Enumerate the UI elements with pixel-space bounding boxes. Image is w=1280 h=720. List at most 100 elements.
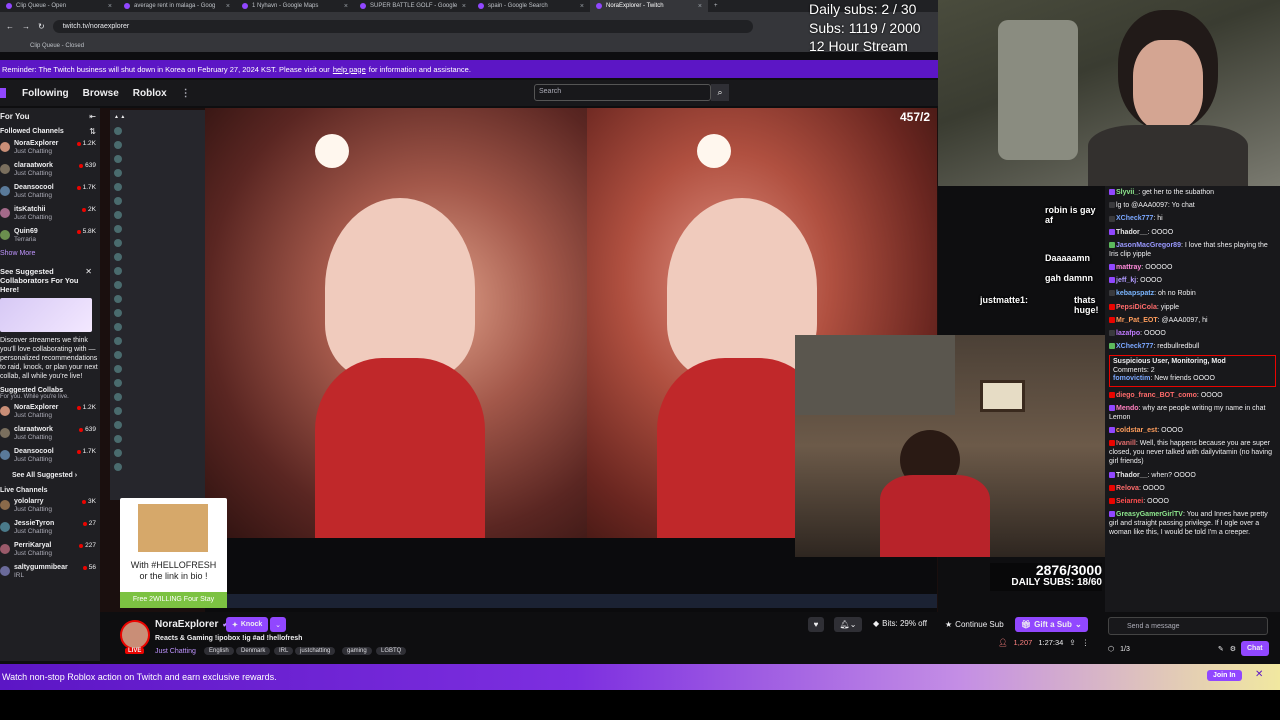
chat-message[interactable]: XCheck777: hi <box>1109 214 1276 223</box>
chat-message[interactable]: mattray: OOOOO <box>1109 263 1276 272</box>
back-icon[interactable]: ← <box>6 22 14 31</box>
chat-message[interactable]: diego_franc_BOT_como: OOOO <box>1109 391 1276 400</box>
tag[interactable]: IRL <box>274 647 294 655</box>
browser-tab[interactable]: NoraExplorer - Twitch × <box>590 0 708 12</box>
chat-message[interactable]: jeff_kj: OOOO <box>1109 276 1276 285</box>
join-in-button[interactable]: Join In <box>1207 670 1242 681</box>
tag[interactable]: English <box>204 647 234 655</box>
nav-browse[interactable]: Browse <box>83 88 119 99</box>
sidebar-channel[interactable]: saltygummibear IRL 56 <box>0 564 100 586</box>
chat-message[interactable]: lazafpo: OOOO <box>1109 329 1276 338</box>
chat-message[interactable]: Seiarnei: OOOO <box>1109 497 1276 506</box>
sidebar-channel[interactable]: Quin69 Terraria 5.8K <box>0 228 100 250</box>
chat-message[interactable]: coldstar_est: OOOO <box>1109 426 1276 435</box>
chat-message[interactable]: Relova: OOOO <box>1109 484 1276 493</box>
sidebar-channel[interactable]: Deansocool Just Chatting 1.7K <box>0 184 100 206</box>
sidebar-channel[interactable]: claraatwork Just Chatting 639 <box>0 162 100 184</box>
notifications-button[interactable]: 🔔︎⌄ <box>834 617 862 632</box>
close-tab-icon[interactable]: × <box>698 3 702 10</box>
bookmark-clip-queue[interactable]: Clip Queue - Closed <box>30 43 84 49</box>
chat-message[interactable]: Thador__: when? OOOO <box>1109 471 1276 480</box>
suspicious-user-card[interactable]: Suspicious User, Monitoring, Mod Comment… <box>1109 355 1276 387</box>
chat-username[interactable]: XCheck777 <box>1116 215 1153 222</box>
chat-message[interactable]: GreasyGamerGirlTV: You and Innes have pr… <box>1109 510 1276 537</box>
knock-button[interactable]: ✦ Knock <box>226 617 269 632</box>
chat-message[interactable]: kebapspatz: oh no Robin <box>1109 289 1276 298</box>
see-all-suggested-link[interactable]: See All Suggested › <box>12 472 100 479</box>
chat-username[interactable]: Ivanill <box>1116 440 1136 447</box>
tag[interactable]: gaming <box>342 647 372 655</box>
search-input[interactable]: Search <box>534 84 711 101</box>
chat-send-button[interactable]: Chat <box>1241 641 1269 656</box>
more-menu-icon[interactable]: ⋮ <box>181 88 191 99</box>
more-options-icon[interactable]: ⋮ <box>1082 638 1090 647</box>
chat-username[interactable]: Seiarnei <box>1116 498 1143 505</box>
close-tab-icon[interactable]: × <box>226 3 230 10</box>
sort-icon[interactable]: ⇅ <box>89 127 96 136</box>
new-tab-button[interactable]: + <box>708 0 722 12</box>
gift-sub-button[interactable]: 🎁︎ Gift a Sub ⌄ <box>1015 617 1088 632</box>
search-button[interactable]: ⌕ <box>711 84 729 101</box>
continue-sub-button[interactable]: ★ Continue Sub <box>945 617 1004 632</box>
nav-roblox[interactable]: Roblox <box>133 88 167 99</box>
chat-message[interactable]: Mendo: why are people writing my name in… <box>1109 404 1276 422</box>
sidebar-channel[interactable]: yololarry Just Chatting 3K <box>0 498 100 520</box>
close-tab-icon[interactable]: × <box>344 3 348 10</box>
sidebar-channel[interactable]: itsKatchii Just Chatting 2K <box>0 206 100 228</box>
chat-username[interactable]: PepsiDiCola <box>1116 304 1157 311</box>
channel-name[interactable]: NoraExplorer ✔ <box>155 619 229 630</box>
chat-username[interactable]: lazafpo <box>1116 330 1140 337</box>
chat-message[interactable]: XCheck777: redbullredbull <box>1109 342 1276 351</box>
chat-message[interactable]: lg to @AAA0097: Yo chat <box>1109 201 1276 210</box>
tag[interactable]: Denmark <box>236 647 271 655</box>
chat-username[interactable]: kebapspatz <box>1116 290 1154 297</box>
sidebar-channel[interactable]: NoraExplorer Just Chatting 1.2K <box>0 404 100 426</box>
settings-icon[interactable]: ⚙ <box>1230 645 1236 653</box>
avatar[interactable] <box>120 620 150 650</box>
chat-username[interactable]: Thador__ <box>1116 229 1148 236</box>
chat-message[interactable]: JasonMacGregor89: I love that shes playi… <box>1109 241 1276 259</box>
chat-username[interactable]: diego_franc_BOT_como <box>1116 392 1197 399</box>
category-link[interactable]: Just Chatting <box>155 648 196 655</box>
chat-username[interactable]: Mr_Pat_EOT <box>1116 317 1158 324</box>
share-icon[interactable]: ⇪ <box>1069 638 1075 647</box>
tag[interactable]: justchatting <box>295 647 336 655</box>
browser-tab[interactable]: average rent in malaga - Goog × <box>118 0 236 12</box>
bits-button[interactable]: ◆ Bits: 29% off <box>873 619 927 628</box>
channel-points-icon[interactable]: ⬡ <box>1108 645 1114 653</box>
show-more-link[interactable]: Show More <box>0 250 100 257</box>
chat-username[interactable]: Mendo <box>1116 405 1139 412</box>
browser-tab[interactable]: Clip Queue - Open × <box>0 0 118 12</box>
chat-message[interactable]: Thador__: OOOO <box>1109 228 1276 237</box>
help-page-link[interactable]: help page <box>333 65 366 74</box>
sidebar-channel[interactable]: PerriKaryal Just Chatting 227 <box>0 542 100 564</box>
tag[interactable]: LGBTQ <box>376 647 407 655</box>
chat-username[interactable]: coldstar_est <box>1116 427 1157 434</box>
close-tab-icon[interactable]: × <box>462 3 466 10</box>
twitch-logo-icon[interactable] <box>0 88 6 98</box>
chat-message[interactable]: Ivanill: Well, this happens because you … <box>1109 439 1276 466</box>
collapse-icon[interactable]: ⇤ <box>89 112 96 121</box>
reload-icon[interactable]: ↻ <box>38 22 45 31</box>
close-icon[interactable]: ✕ <box>85 267 92 276</box>
forward-icon[interactable]: → <box>22 22 30 31</box>
sidebar-channel[interactable]: claraatwork Just Chatting 639 <box>0 426 100 448</box>
chat-username[interactable]: Slyvii_ <box>1116 189 1138 196</box>
chat-username[interactable]: mattray <box>1116 264 1141 271</box>
chat-username[interactable]: XCheck777 <box>1116 343 1153 350</box>
browser-tab[interactable]: spain - Google Search × <box>472 0 590 12</box>
chat-input[interactable]: Send a message <box>1108 617 1268 635</box>
sidebar-channel[interactable]: Deansocool Just Chatting 1.7K <box>0 448 100 470</box>
chat-username[interactable]: JasonMacGregor89 <box>1116 242 1181 249</box>
url-field[interactable]: twitch.tv/noraexplorer <box>52 19 753 33</box>
chat-username[interactable]: Relova <box>1116 485 1139 492</box>
sidebar-channel[interactable]: NoraExplorer Just Chatting 1.2K <box>0 140 100 162</box>
browser-tab[interactable]: 1 Nyhavn - Google Maps × <box>236 0 354 12</box>
pen-icon[interactable]: ✎ <box>1218 645 1224 653</box>
nav-following[interactable]: Following <box>22 88 69 99</box>
chat-username[interactable]: GreasyGamerGirlTV <box>1116 511 1183 518</box>
close-icon[interactable]: ✕ <box>1255 669 1263 680</box>
sidebar-channel[interactable]: JessieTyron Just Chatting 27 <box>0 520 100 542</box>
browser-tab[interactable]: SUPER BATTLE GOLF - Google × <box>354 0 472 12</box>
chat-username[interactable]: jeff_kj <box>1116 277 1136 284</box>
